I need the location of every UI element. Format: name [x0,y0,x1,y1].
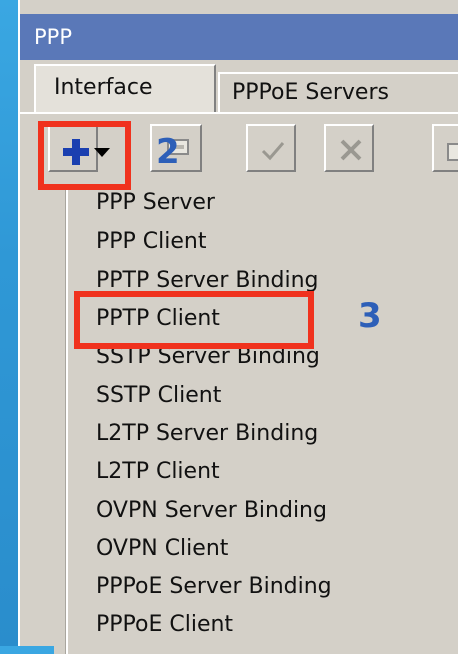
highlight-pptp-client [74,291,314,349]
comment-button[interactable] [432,124,458,172]
copy-icon [447,143,458,161]
menu-item-ppp-client[interactable]: PPP Client [96,229,206,254]
menu-item-pppoe-server-binding[interactable]: PPPoE Server Binding [96,574,332,599]
cross-icon [340,139,362,161]
step-number-2: 2 [156,132,180,172]
step-number-3: 3 [358,296,382,336]
menu-item-l2tp-client[interactable]: L2TP Client [96,459,220,484]
tab-divider [20,112,458,114]
enable-button[interactable] [246,124,296,172]
menu-item-pptp-server-binding[interactable]: PPTP Server Binding [96,268,319,293]
disable-button[interactable] [324,124,374,172]
check-icon [261,142,285,161]
tab-pppoe-servers[interactable]: PPPoE Servers [218,72,458,112]
window-title: PPP [20,14,458,60]
menu-border [54,184,66,654]
menu-item-l2tp-server-binding[interactable]: L2TP Server Binding [96,421,318,446]
tab-interface[interactable]: Interface [34,64,216,112]
highlight-add-button [38,121,131,190]
menu-item-ovpn-client[interactable]: OVPN Client [96,536,228,561]
menu-item-ppp-server[interactable]: PPP Server [96,190,215,215]
menu-item-ovpn-server-binding[interactable]: OVPN Server Binding [96,498,327,523]
menu-item-pppoe-client[interactable]: PPPoE Client [96,612,233,637]
menu-item-sstp-client[interactable]: SSTP Client [96,383,221,408]
